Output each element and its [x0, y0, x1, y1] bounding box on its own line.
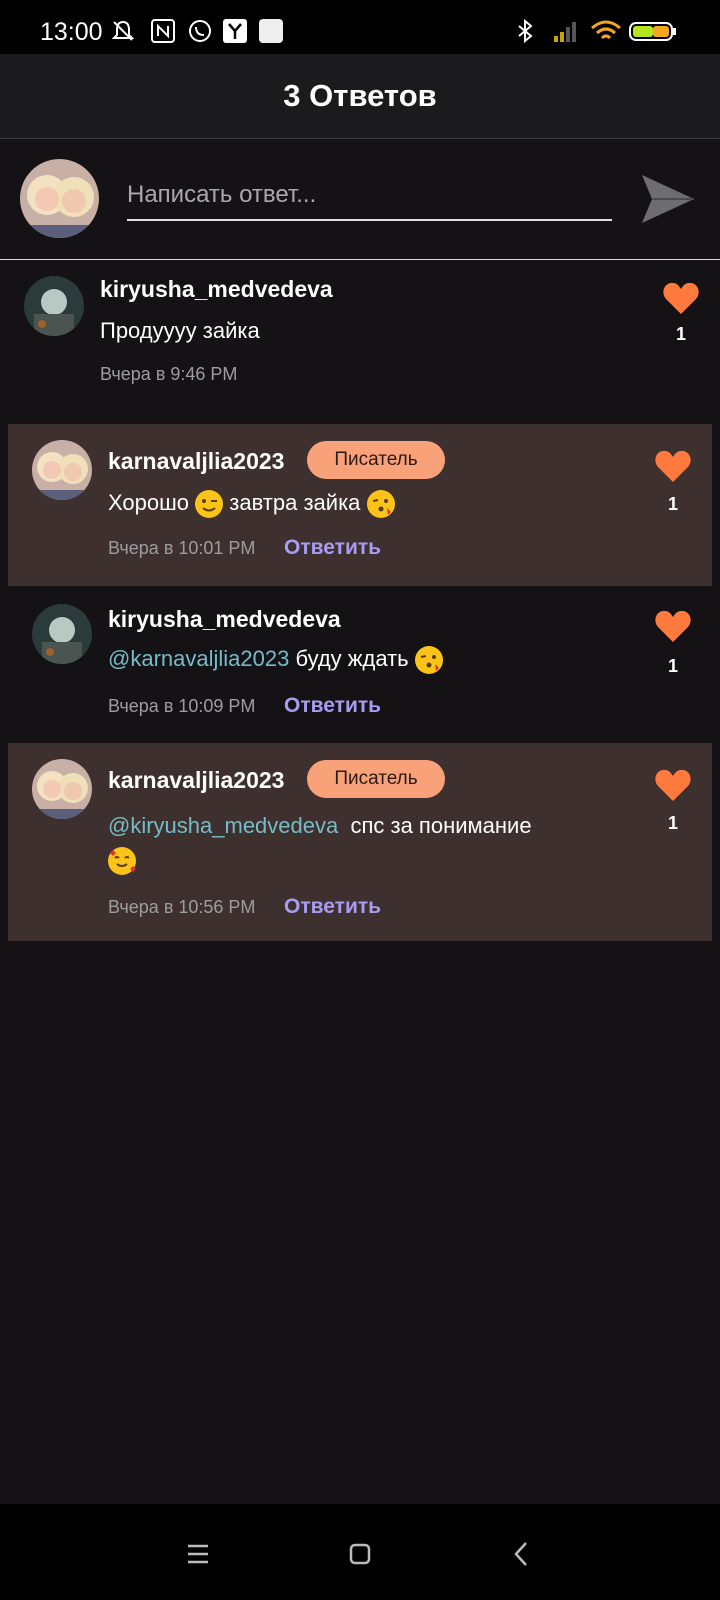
menu-icon[interactable]: [178, 1534, 218, 1574]
kiss-emoji-icon: [366, 490, 395, 519]
muted-bell-icon: [111, 20, 135, 41]
comment-text: @kiryusha_medvedeva спс за понимание: [108, 809, 588, 877]
signal-icon: [554, 22, 576, 42]
reply-button[interactable]: Ответить: [284, 536, 381, 560]
comment-username[interactable]: karnavaljlia2023: [108, 767, 284, 794]
battery-icon: [629, 22, 676, 41]
comment-item: kiryusha_medvedeva @karnavaljlia2023 буд…: [8, 586, 712, 742]
wink-emoji-icon: [195, 490, 224, 519]
comment-text: Хорошо завтра зайка: [108, 486, 395, 520]
like-count: 1: [667, 813, 678, 833]
bluetooth-icon: [518, 18, 533, 44]
smiling-hearts-emoji-icon: [108, 847, 136, 876]
whatsapp-icon: [189, 20, 211, 42]
avatar: [32, 759, 92, 819]
reply-composer: Написать ответ...: [0, 139, 720, 260]
status-time: 13:00: [40, 18, 103, 46]
comment-timestamp: Вчера в 9:46 PM: [100, 364, 238, 384]
send-icon[interactable]: [638, 169, 698, 229]
comment-username[interactable]: karnavaljlia2023: [108, 448, 284, 475]
like-count: 1: [667, 494, 678, 514]
comment-item: karnavaljlia2023 Писатель Хорошо завтра …: [8, 424, 712, 586]
comment-text: @karnavaljlia2023 буду ждать: [108, 642, 443, 676]
notification-square-icon: [259, 19, 283, 43]
heart-icon[interactable]: [654, 448, 692, 484]
comment-text: Продуууу зайка: [100, 318, 260, 343]
app-header: 3 Ответов: [0, 54, 720, 139]
mention-link[interactable]: @kiryusha_medvedeva: [108, 813, 338, 838]
back-icon[interactable]: [502, 1534, 542, 1574]
like-count: 1: [667, 656, 678, 676]
wifi-icon: [591, 20, 621, 40]
avatar: [24, 276, 84, 336]
like-count: 1: [675, 324, 686, 344]
nfc-icon: [151, 19, 175, 43]
reply-button[interactable]: Ответить: [284, 694, 381, 718]
comment-item: karnavaljlia2023 Писатель @kiryusha_medv…: [8, 743, 712, 941]
comment-item: kiryusha_medvedeva Продуууу зайка Вчера …: [8, 260, 712, 410]
yandex-icon: [223, 19, 247, 43]
reply-button[interactable]: Ответить: [284, 895, 381, 919]
kiss-emoji-icon: [414, 646, 443, 675]
comment-timestamp: Вчера в 10:01 PM: [108, 538, 256, 558]
comment-username[interactable]: kiryusha_medvedeva: [108, 606, 341, 633]
reply-input[interactable]: Написать ответ...: [127, 169, 612, 221]
mention-link[interactable]: @karnavaljlia2023: [108, 646, 289, 671]
page-title: 3 Ответов: [283, 78, 437, 113]
avatar: [32, 440, 92, 500]
status-bar: 13:00: [0, 0, 720, 54]
avatar: [32, 604, 92, 664]
heart-icon[interactable]: [654, 608, 692, 644]
comment-timestamp: Вчера в 10:56 PM: [108, 897, 256, 917]
avatar: [20, 159, 99, 238]
heart-icon[interactable]: [662, 280, 700, 316]
heart-icon[interactable]: [654, 767, 692, 803]
writer-badge: Писатель: [307, 441, 445, 479]
home-icon[interactable]: [340, 1534, 380, 1574]
system-nav-bar: [0, 1504, 720, 1600]
comment-timestamp: Вчера в 10:09 PM: [108, 696, 256, 716]
writer-badge: Писатель: [307, 760, 445, 798]
comment-username[interactable]: kiryusha_medvedeva: [100, 276, 333, 303]
